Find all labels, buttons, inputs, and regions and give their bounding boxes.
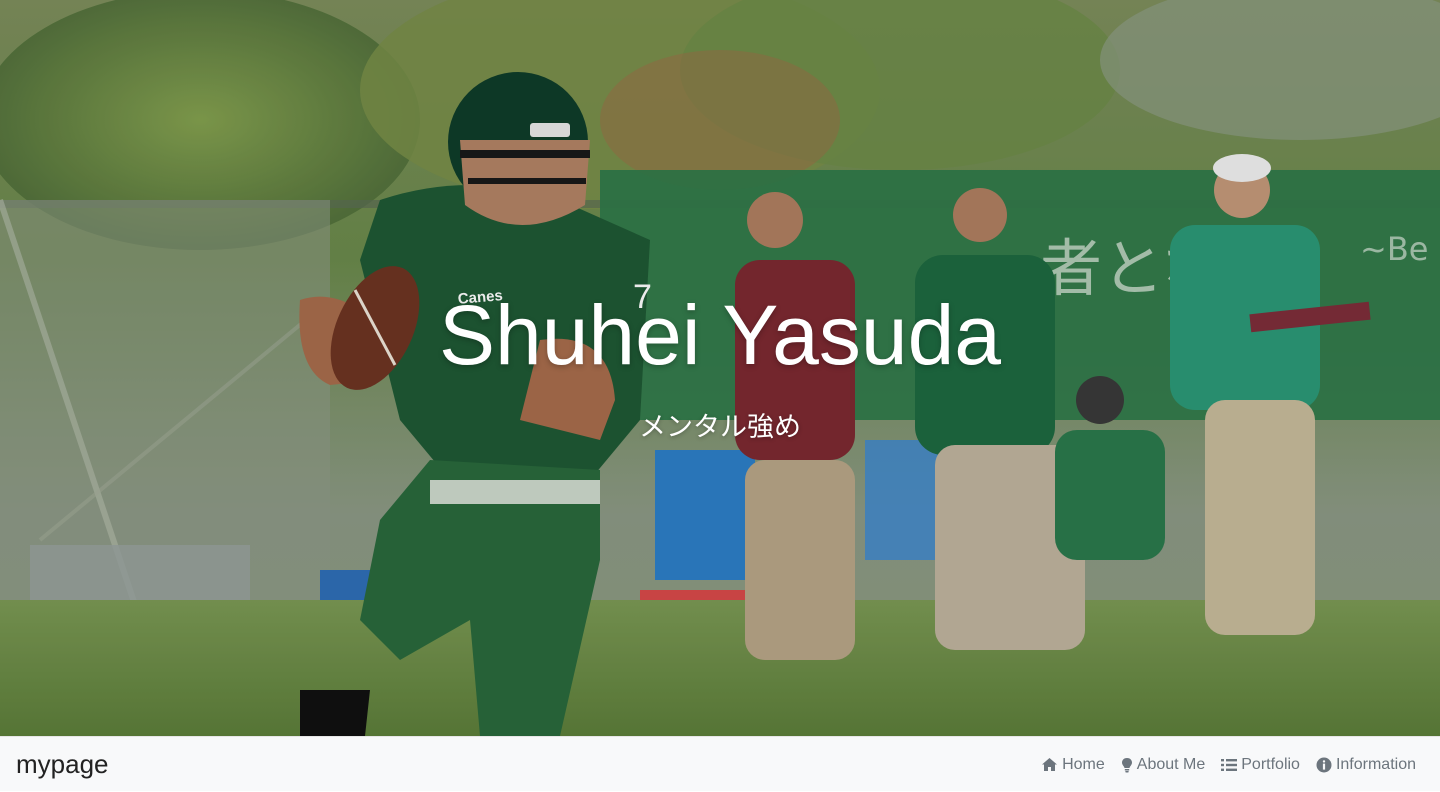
info-circle-icon (1316, 757, 1332, 773)
nav-item-portfolio[interactable]: Portfolio (1221, 756, 1300, 774)
hero-subtitle: メンタル強め (639, 412, 801, 443)
lightbulb-icon (1121, 757, 1133, 773)
nav-item-label: Home (1062, 755, 1105, 773)
navbar: mypage Home About Me Portfolio Informati… (0, 736, 1440, 791)
hero-title: Shuhei Yasuda (438, 288, 1002, 382)
nav-item-information[interactable]: Information (1316, 756, 1416, 774)
nav-item-label: Portfolio (1241, 755, 1300, 773)
list-icon (1221, 758, 1238, 772)
hero-section: 者とな ~Be 7 Canes Shuhei Yasuda メンタル強め (0, 0, 1440, 736)
nav-item-about-me[interactable]: About Me (1121, 756, 1205, 774)
nav-menu: Home About Me Portfolio Information (1041, 737, 1416, 792)
home-icon (1041, 757, 1058, 772)
brand-link[interactable]: mypage (16, 749, 109, 779)
nav-item-label: About Me (1136, 755, 1206, 773)
nav-item-label: Information (1335, 755, 1416, 773)
nav-item-home[interactable]: Home (1041, 756, 1105, 774)
